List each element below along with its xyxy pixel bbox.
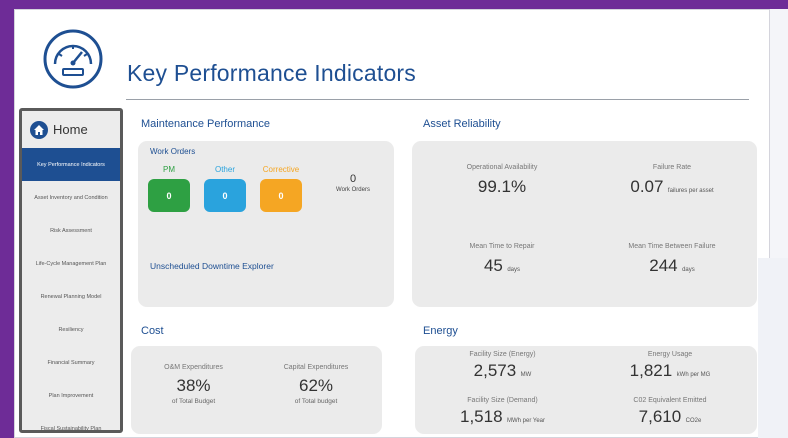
other-work-orders: Other 0: [202, 165, 248, 212]
facility-demand-unit: MWh per Year: [506, 418, 546, 424]
sidebar-nav: Home Key Performance Indicators Asset In…: [19, 108, 123, 433]
right-pane-lower: [758, 258, 788, 438]
cost-section-title: Cost: [141, 325, 164, 337]
total-work-orders: 0 Work Orders: [323, 173, 383, 193]
energy-usage-label: Energy Usage: [647, 351, 693, 358]
energy-usage-kpi: Energy Usage 1,821 kWh per MG: [590, 351, 750, 381]
sidebar-item-lifecycle-plan[interactable]: Life-Cycle Management Plan: [22, 247, 120, 280]
maintenance-card: Work Orders PM 0 Other 0 Corrective 0 0 …: [138, 141, 394, 307]
capital-expenditures-sub: of Total budget: [294, 398, 338, 405]
energy-card: Facility Size (Energy) 2,573 MW Energy U…: [415, 346, 757, 434]
co2-emitted-unit: CO2e: [685, 418, 702, 424]
sidebar-item-renewal-model[interactable]: Renewal Planning Model: [22, 280, 120, 313]
home-icon: [30, 120, 48, 139]
pm-label: PM: [163, 165, 175, 174]
mtbf-kpi: Mean Time Between Failure 244 days: [597, 243, 747, 276]
sidebar-home[interactable]: Home: [22, 111, 120, 148]
corrective-count-button[interactable]: 0: [260, 179, 302, 212]
om-expenditures-sub: of Total Budget: [171, 398, 216, 405]
downtime-explorer-link[interactable]: Unscheduled Downtime Explorer: [150, 261, 274, 271]
reliability-card: Operational Availability 99.1% Failure R…: [412, 141, 757, 307]
availability-kpi: Operational Availability 99.1%: [422, 164, 582, 197]
om-expenditures-kpi: O&M Expenditures 38% of Total Budget: [136, 364, 251, 405]
mttr-label: Mean Time to Repair: [469, 243, 535, 250]
sidebar-item-asset-inventory[interactable]: Asset Inventory and Condition: [22, 181, 120, 214]
facility-energy-value: 2,573: [473, 361, 517, 380]
facility-energy-kpi: Facility Size (Energy) 2,573 MW: [425, 351, 580, 381]
energy-usage-unit: kWh per MG: [676, 372, 711, 378]
availability-label: Operational Availability: [466, 164, 538, 171]
total-work-orders-caption: Work Orders: [336, 187, 370, 193]
co2-emitted-kpi: C02 Equivalent Emitted 7,610 CO2e: [590, 397, 750, 427]
cost-card: O&M Expenditures 38% of Total Budget Cap…: [131, 346, 382, 434]
title-divider: [126, 99, 749, 100]
sidebar-item-risk-assessment[interactable]: Risk Assessment: [22, 214, 120, 247]
work-orders-title: Work Orders: [150, 147, 196, 156]
page-title: Key Performance Indicators: [127, 60, 416, 86]
sidebar-item-financial-summary[interactable]: Financial Summary: [22, 346, 120, 379]
availability-value: 99.1%: [477, 177, 527, 196]
sidebar-item-kpi[interactable]: Key Performance Indicators: [22, 148, 120, 181]
failure-rate-value: 0.07: [630, 177, 664, 196]
other-count-button[interactable]: 0: [204, 179, 246, 212]
facility-demand-value: 1,518: [459, 407, 503, 426]
mttr-value: 45: [483, 256, 503, 275]
mtbf-label: Mean Time Between Failure: [628, 243, 716, 250]
sidebar-item-resiliency[interactable]: Resiliency: [22, 313, 120, 346]
pm-work-orders: PM 0: [146, 165, 192, 212]
corrective-label: Corrective: [262, 165, 300, 174]
maintenance-section-title: Maintenance Performance: [141, 118, 271, 130]
sidebar-item-fiscal-sustainability[interactable]: Fiscal Sustainability Plan: [22, 412, 120, 431]
reliability-section-title: Asset Reliability: [423, 118, 501, 130]
capital-expenditures-value: 62%: [298, 376, 334, 395]
capital-expenditures-kpi: Capital Expenditures 62% of Total budget: [256, 364, 376, 405]
pm-count-button[interactable]: 0: [148, 179, 190, 212]
mtbf-unit: days: [682, 267, 695, 273]
co2-emitted-label: C02 Equivalent Emitted: [633, 397, 707, 404]
home-label: Home: [53, 122, 88, 137]
failure-rate-label: Failure Rate: [652, 164, 692, 171]
corrective-work-orders: Corrective 0: [258, 165, 304, 212]
om-expenditures-label: O&M Expenditures: [164, 364, 223, 371]
failure-rate-kpi: Failure Rate 0.07 failures per asset: [597, 164, 747, 197]
facility-energy-unit: MW: [520, 372, 532, 378]
energy-section-title: Energy: [423, 325, 458, 337]
total-work-orders-value: 0: [349, 173, 357, 185]
facility-demand-kpi: Facility Size (Demand) 1,518 MWh per Yea…: [425, 397, 580, 427]
other-label: Other: [214, 165, 235, 174]
mttr-unit: days: [507, 267, 521, 273]
speedometer-icon: [43, 29, 103, 89]
om-expenditures-value: 38%: [176, 376, 211, 395]
energy-usage-value: 1,821: [629, 361, 673, 380]
facility-demand-label: Facility Size (Demand): [467, 397, 538, 404]
co2-emitted-value: 7,610: [638, 407, 682, 426]
mtbf-value: 244: [649, 256, 678, 275]
facility-energy-label: Facility Size (Energy): [469, 351, 536, 358]
failure-rate-unit: failures per asset: [667, 188, 714, 194]
sidebar-item-plan-improvement[interactable]: Plan Improvement: [22, 379, 120, 412]
capital-expenditures-label: Capital Expenditures: [283, 364, 349, 371]
mttr-kpi: Mean Time to Repair 45 days: [422, 243, 582, 276]
